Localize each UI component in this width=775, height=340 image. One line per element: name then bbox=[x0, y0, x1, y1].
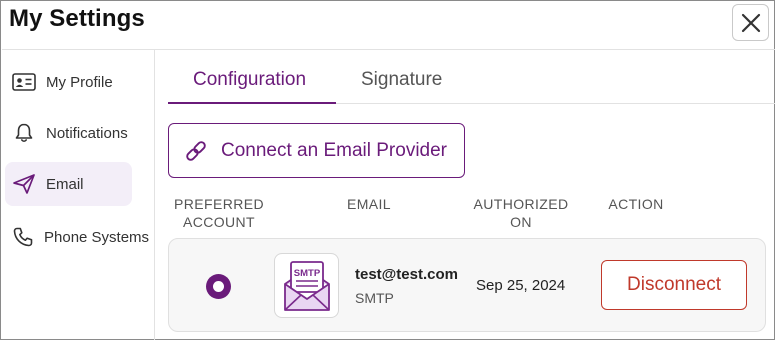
smtp-envelope-icon: SMTP bbox=[283, 260, 330, 311]
close-icon bbox=[741, 13, 760, 32]
link-icon bbox=[183, 138, 209, 164]
sidebar-item-label: Notifications bbox=[46, 124, 128, 142]
tabs-divider bbox=[336, 103, 775, 104]
dialog-title: My Settings bbox=[9, 5, 145, 32]
sidebar-item-email[interactable]: Email bbox=[5, 162, 132, 206]
connect-button-label: Connect an Email Provider bbox=[221, 139, 447, 161]
authorized-date: Sep 25, 2024 bbox=[476, 277, 566, 294]
column-header-action: ACTION bbox=[608, 196, 664, 212]
sidebar-divider bbox=[154, 50, 155, 340]
settings-dialog: My Settings My Profile Notifications Ema… bbox=[0, 0, 775, 340]
preferred-account-radio[interactable] bbox=[206, 274, 231, 299]
connect-email-provider-button[interactable]: Connect an Email Provider bbox=[168, 123, 465, 178]
sidebar-item-label: Phone Systems bbox=[44, 228, 150, 246]
account-provider: SMTP bbox=[355, 290, 394, 306]
paper-plane-icon bbox=[12, 172, 36, 196]
phone-icon bbox=[12, 225, 34, 249]
sidebar-item-label: My Profile bbox=[46, 73, 113, 91]
smtp-provider-logo: SMTP bbox=[274, 253, 339, 318]
bell-icon bbox=[12, 121, 36, 145]
column-header-email: EMAIL bbox=[346, 196, 391, 212]
sidebar-item-notifications[interactable]: Notifications bbox=[5, 111, 132, 155]
account-email: test@test.com bbox=[355, 266, 458, 283]
close-button[interactable] bbox=[732, 4, 769, 41]
tab-signature[interactable]: Signature bbox=[361, 69, 442, 91]
column-header-authorized-on: AUTHORIZED ON bbox=[473, 196, 569, 230]
column-header-preferred-account: PREFERRED ACCOUNT bbox=[174, 196, 264, 230]
disconnect-button[interactable]: Disconnect bbox=[601, 260, 747, 310]
tab-configuration[interactable]: Configuration bbox=[193, 69, 306, 91]
profile-card-icon bbox=[12, 70, 36, 94]
header-divider bbox=[2, 49, 775, 50]
sidebar-item-my-profile[interactable]: My Profile bbox=[5, 60, 132, 104]
svg-text:SMTP: SMTP bbox=[293, 268, 320, 279]
sidebar-item-label: Email bbox=[46, 175, 84, 193]
sidebar-item-phone-systems[interactable]: Phone Systems bbox=[5, 215, 149, 259]
active-tab-indicator bbox=[168, 102, 336, 104]
